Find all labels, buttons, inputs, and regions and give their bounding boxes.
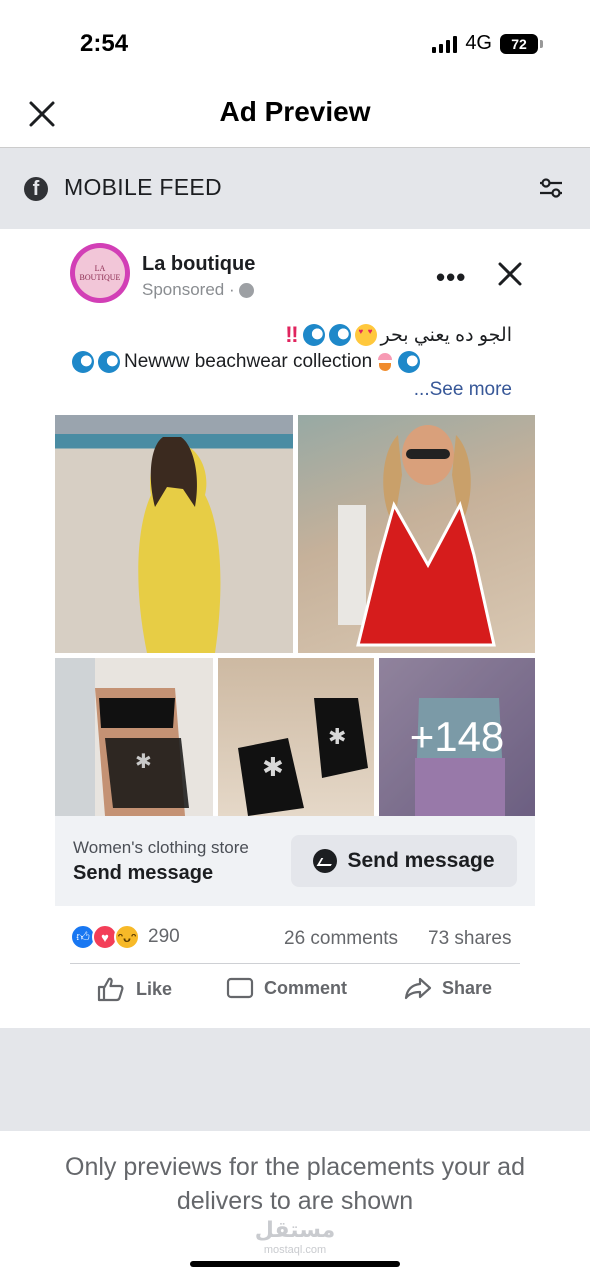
- facebook-icon: f: [24, 177, 48, 201]
- heart-eyes-emoji-icon: [354, 324, 377, 346]
- wave-emoji-icon: [328, 324, 351, 346]
- page-title: Ad Preview: [219, 96, 371, 127]
- reactions-count: 290: [148, 926, 180, 947]
- home-indicator[interactable]: [190, 1261, 400, 1267]
- shares-count[interactable]: 73 shares: [428, 928, 511, 950]
- caption-english-text: Newww beachwear collection: [124, 351, 373, 372]
- like-label: Like: [136, 978, 173, 999]
- send-message-label: Send message: [347, 849, 495, 872]
- sponsored-text: Sponsored ·: [142, 280, 235, 299]
- cta-title: Send message: [73, 862, 214, 884]
- cta-bar: Women's clothing store Send message Send…: [55, 816, 535, 906]
- status-time: 2:54: [80, 30, 129, 57]
- status-indicators: 4G 72: [432, 32, 543, 55]
- caption-arabic-text: الجو ده يعني بحر: [380, 324, 512, 346]
- placement-bar: f MOBILE FEED: [0, 147, 590, 229]
- svg-text:✱: ✱: [262, 752, 284, 782]
- post-photo-red-swimsuit[interactable]: [298, 415, 535, 653]
- placement-label: MOBILE FEED: [64, 174, 222, 200]
- share-button[interactable]: Share: [404, 976, 492, 1000]
- cta-subtitle: Women's clothing store: [73, 838, 249, 857]
- watermark: مستقل mostaql.com: [0, 1217, 590, 1260]
- haha-reaction-icon: ᵔᴗᵔ: [114, 924, 140, 950]
- page-avatar[interactable]: LA BOUTIQUE: [70, 243, 130, 303]
- svg-text:✱: ✱: [135, 751, 152, 773]
- caption-arabic: الجو ده يعني بحر ‼: [285, 322, 512, 348]
- wave-emoji-icon: [72, 351, 94, 373]
- post-photo-more[interactable]: +148: [379, 658, 535, 816]
- close-icon[interactable]: [496, 260, 524, 288]
- globe-icon: [238, 282, 254, 298]
- post-photo-yellow-dress[interactable]: [55, 415, 293, 653]
- like-icon: [97, 977, 124, 1002]
- more-icon[interactable]: •••: [436, 262, 466, 293]
- placement-note: Only previews for the placements your ad…: [65, 1153, 525, 1215]
- wave-emoji-icon: [398, 351, 421, 373]
- double-exclamation-emoji-icon: ‼: [285, 322, 299, 347]
- sponsored-label: Sponsored ·: [142, 280, 254, 300]
- comment-label: Comment: [264, 977, 348, 998]
- like-button[interactable]: Like: [96, 976, 172, 1002]
- more-photos-count: +148: [409, 713, 505, 760]
- ad-preview-screen: 2:54 4G 72 Ad Preview f MOBILE FEED LA B…: [0, 0, 590, 1280]
- caption-english: Newww beachwear collection: [72, 351, 421, 373]
- watermark-arabic: مستقل: [254, 1217, 336, 1242]
- post-photo-starfish-sandals[interactable]: ✱ ✱: [218, 658, 374, 816]
- network-type: 4G: [465, 32, 492, 54]
- gray-separator: [0, 1028, 590, 1131]
- post-photo-black-sarong[interactable]: ✱: [55, 658, 213, 816]
- signal-icon: [432, 35, 458, 53]
- divider: [70, 963, 520, 964]
- battery-icon: 72: [500, 33, 543, 54]
- comments-count[interactable]: 26 comments: [284, 928, 398, 950]
- bikini-emoji-icon: [376, 351, 394, 373]
- share-icon: [404, 977, 432, 1000]
- filter-icon[interactable]: [538, 176, 564, 200]
- share-label: Share: [442, 977, 493, 998]
- avatar-logo: LA BOUTIQUE: [75, 248, 125, 298]
- page-name[interactable]: La boutique: [142, 253, 255, 276]
- send-message-button[interactable]: Send message: [291, 835, 517, 887]
- wave-emoji-icon: [302, 324, 325, 346]
- svg-text:✱: ✱: [328, 724, 346, 749]
- wave-emoji-icon: [98, 351, 120, 373]
- messenger-icon: [313, 849, 338, 873]
- comment-button[interactable]: Comment: [226, 976, 347, 1000]
- watermark-latin: mostaql.com: [263, 1244, 327, 1256]
- see-more-link[interactable]: ...See more: [414, 379, 512, 401]
- reactions-summary[interactable]: 👍︎ ♥ ᵔᴗᵔ 290: [70, 924, 180, 950]
- comment-icon: [226, 977, 254, 999]
